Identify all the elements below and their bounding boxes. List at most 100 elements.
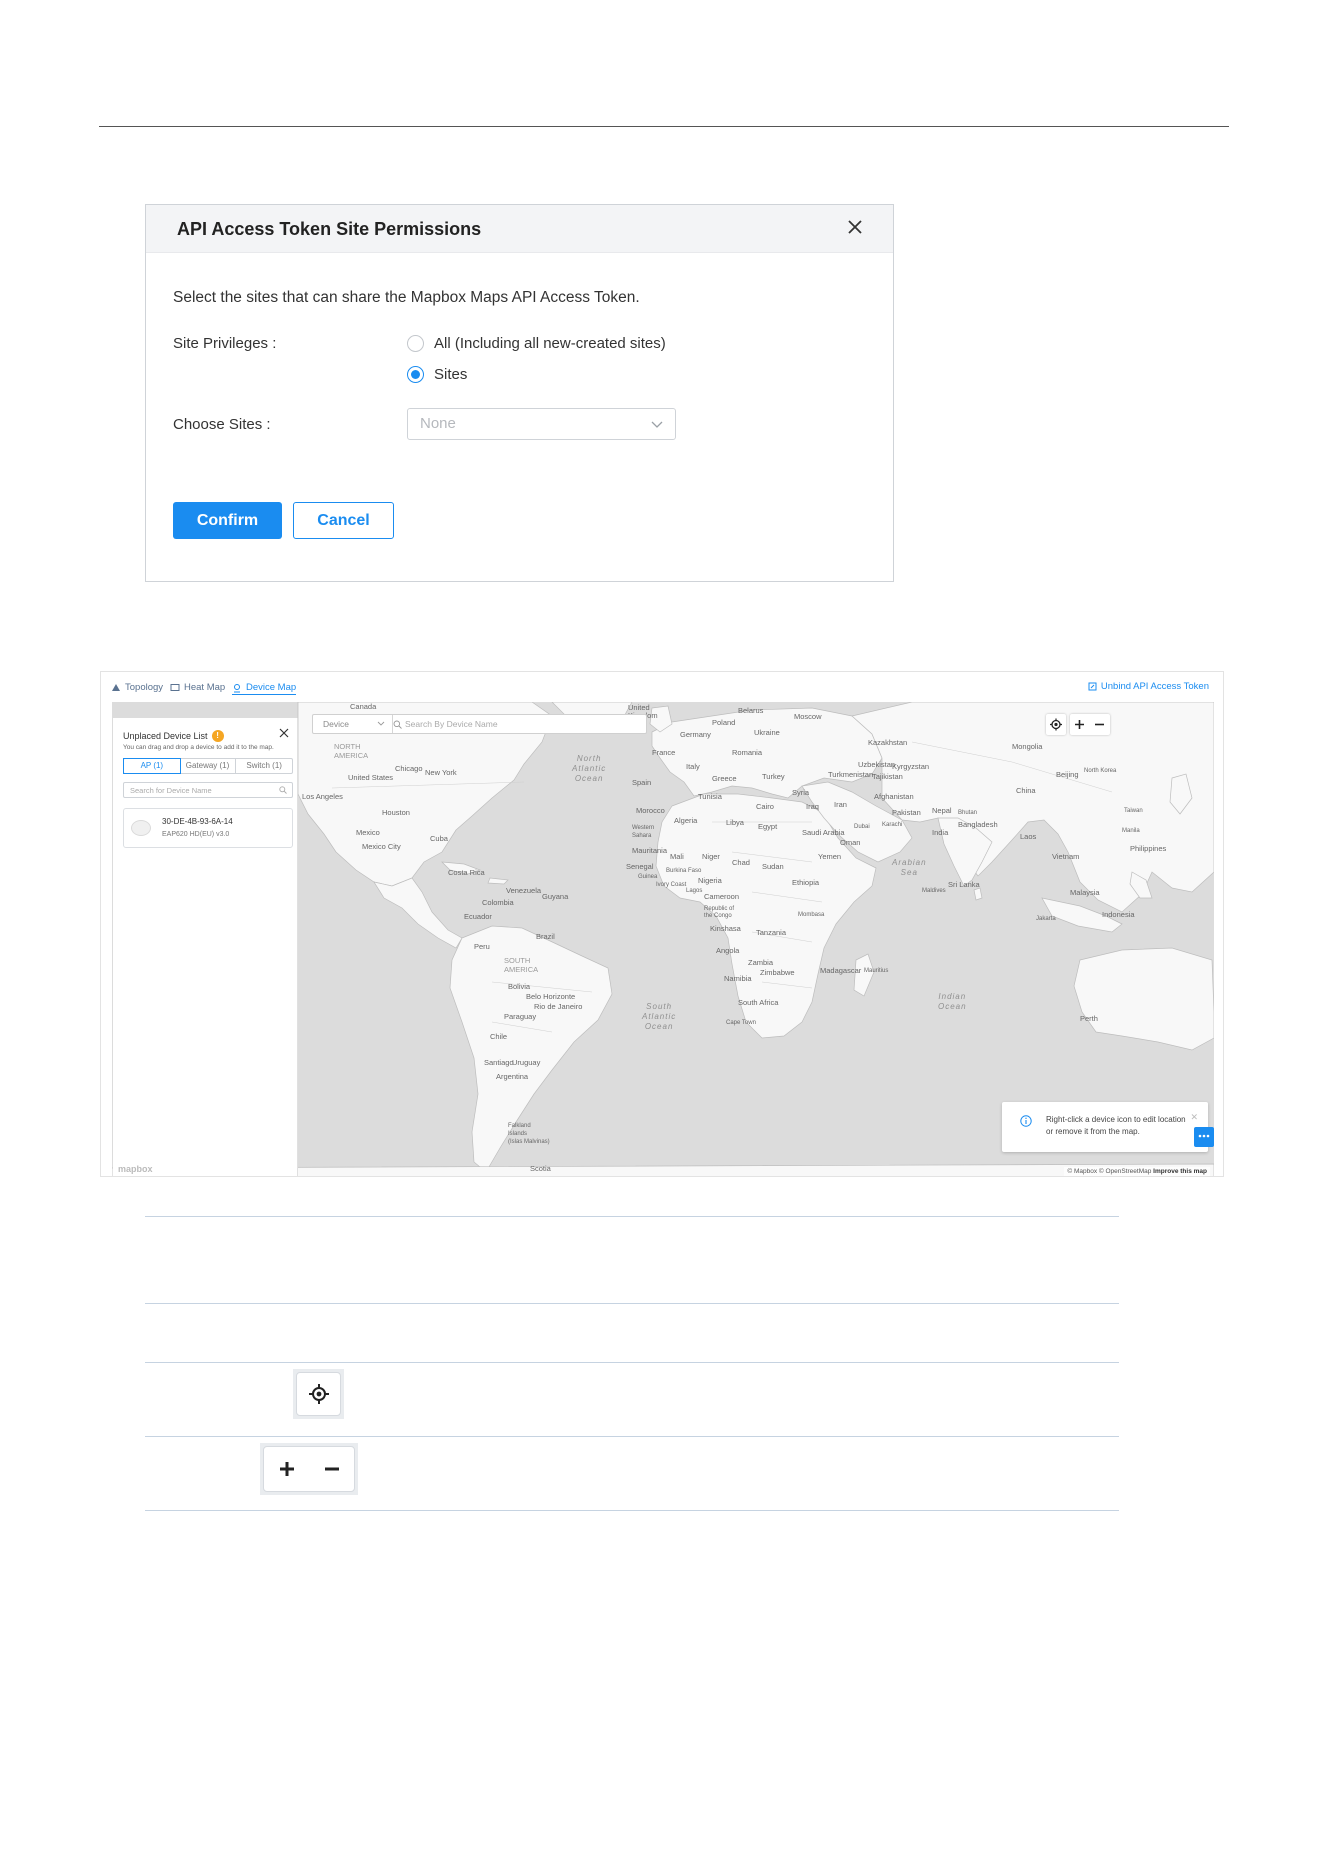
radio-sites-indicator[interactable] bbox=[407, 366, 424, 383]
table-rule bbox=[145, 1436, 1119, 1437]
map-label: Taiwan bbox=[1124, 808, 1143, 814]
device-mac: 30-DE-4B-93-6A-14 bbox=[162, 817, 233, 826]
map-label: Zambia bbox=[748, 958, 774, 967]
zoom-controls-sample-inner bbox=[263, 1446, 355, 1492]
table-rule bbox=[145, 1303, 1119, 1304]
zoom-out-icon[interactable] bbox=[1094, 719, 1105, 730]
tab-topology-label: Topology bbox=[125, 682, 164, 693]
panel-title: Unplaced Device List ! bbox=[123, 730, 224, 742]
tab-device-map-label: Device Map bbox=[246, 682, 297, 693]
map-label: Perth bbox=[1080, 1014, 1098, 1023]
map-label: Moscow bbox=[794, 712, 822, 721]
ocean-label: Arabian Sea bbox=[892, 858, 927, 877]
chevron-down-icon bbox=[377, 721, 385, 726]
tab-heat-map-label: Heat Map bbox=[184, 682, 226, 693]
tab-heat-map[interactable]: Heat Map bbox=[170, 682, 225, 693]
device-type-tabs: AP (1) Gateway (1) Switch (1) bbox=[123, 758, 293, 774]
map-label: Madagascar bbox=[820, 966, 862, 975]
map-label: Saudi Arabia bbox=[802, 828, 845, 837]
close-icon[interactable]: ✕ bbox=[1190, 1112, 1198, 1123]
site-permissions-dialog: API Access Token Site Permissions Select… bbox=[145, 204, 894, 582]
locate-button-sample-inner bbox=[296, 1372, 341, 1416]
page-top-rule bbox=[99, 126, 1229, 127]
chat-button[interactable] bbox=[1194, 1127, 1214, 1147]
map-label: Chad bbox=[732, 858, 750, 867]
locate-button[interactable] bbox=[1046, 714, 1066, 735]
zoom-in-icon[interactable] bbox=[1074, 719, 1085, 730]
map-search-input[interactable]: Search By Device Name bbox=[405, 719, 498, 729]
radio-all-indicator[interactable] bbox=[407, 335, 424, 352]
map-label: Cameroon bbox=[704, 892, 740, 901]
unbind-token-link[interactable]: Unbind API Access Token bbox=[1088, 681, 1209, 692]
map-label: Malaysia bbox=[1070, 888, 1100, 897]
locate-icon bbox=[1050, 718, 1062, 731]
map-label: Italy bbox=[686, 762, 700, 771]
map-label: Costa Rica bbox=[448, 868, 485, 877]
search-icon bbox=[279, 786, 287, 794]
map-label: Syria bbox=[792, 788, 810, 797]
close-icon[interactable] bbox=[845, 217, 865, 237]
search-type-select[interactable]: Device bbox=[313, 715, 393, 733]
warning-icon: ! bbox=[211, 730, 224, 742]
map-label: Ukraine bbox=[754, 728, 780, 737]
map-label: Philippines bbox=[1130, 844, 1167, 853]
map-label: Libya bbox=[726, 818, 744, 827]
device-map-screenshot: Topology Heat Map Device Map Unbind API … bbox=[100, 671, 1224, 1177]
improve-map-link[interactable]: Improve this map bbox=[1153, 1168, 1207, 1175]
world-map[interactable]: Canada NORTH AMERICA United States Chica… bbox=[112, 702, 1214, 1176]
close-icon[interactable] bbox=[279, 728, 289, 738]
map-label: Mexico bbox=[356, 828, 380, 837]
map-label: Pakistan bbox=[892, 808, 921, 817]
map-label: Venezuela bbox=[506, 886, 542, 895]
map-label: Tajikistan bbox=[872, 772, 903, 781]
device-name-search-input[interactable]: Search for Device Name bbox=[123, 782, 293, 798]
tooltip-text: Right-click a device icon to edit locati… bbox=[1046, 1115, 1186, 1136]
map-label: Egypt bbox=[758, 822, 778, 831]
tab-gateway[interactable]: Gateway (1) bbox=[180, 759, 237, 773]
cancel-button[interactable]: Cancel bbox=[293, 502, 394, 539]
map-view-toolbar: Topology Heat Map Device Map Unbind API … bbox=[101, 672, 1223, 702]
confirm-button[interactable]: Confirm bbox=[173, 502, 282, 539]
map-label: Sudan bbox=[762, 862, 784, 871]
locate-button-sample bbox=[293, 1369, 344, 1419]
map-label: Peru bbox=[474, 942, 490, 951]
list-item[interactable]: 30-DE-4B-93-6A-14 EAP620 HD(EU) v3.0 bbox=[123, 808, 293, 848]
map-label: Kinshasa bbox=[710, 924, 741, 933]
zoom-controls bbox=[1070, 714, 1110, 735]
map-label: Cape Town bbox=[726, 1020, 756, 1026]
map-label: Bhutan bbox=[958, 810, 978, 816]
map-label: Ivory Coast bbox=[656, 882, 687, 888]
map-label: Santiago bbox=[484, 1058, 514, 1067]
tab-switch[interactable]: Switch (1) bbox=[236, 759, 292, 773]
map-label: Cuba bbox=[430, 834, 448, 843]
map-label: Argentina bbox=[496, 1072, 529, 1081]
map-label: Guyana bbox=[542, 892, 569, 901]
map-label: Algeria bbox=[674, 816, 698, 825]
map-label: Senegal bbox=[626, 862, 654, 871]
tab-topology[interactable]: Topology bbox=[111, 682, 163, 693]
map-label: Uzbekistan bbox=[858, 760, 896, 769]
map-label: Bangladesh bbox=[958, 820, 998, 829]
map-label: Uruguay bbox=[512, 1058, 541, 1067]
map-label: Mongolia bbox=[1012, 742, 1043, 751]
device-model: EAP620 HD(EU) v3.0 bbox=[162, 831, 230, 838]
map-label: Cairo bbox=[756, 802, 774, 811]
map-label: Canada bbox=[350, 702, 377, 711]
map-label: Morocco bbox=[636, 806, 665, 815]
choose-sites-select[interactable]: None bbox=[407, 408, 676, 440]
table-rule bbox=[145, 1510, 1119, 1511]
map-label: Namibia bbox=[724, 974, 752, 983]
map-label: North Korea bbox=[1084, 768, 1117, 774]
ocean-label: South Atlantic Ocean bbox=[642, 1002, 677, 1031]
choose-sites-label: Choose Sites : bbox=[173, 416, 271, 433]
radio-sites[interactable]: Sites bbox=[407, 366, 467, 383]
map-label: Oman bbox=[840, 838, 861, 847]
radio-all-sites[interactable]: All (Including all new-created sites) bbox=[407, 335, 666, 352]
map-label: NORTH AMERICA bbox=[334, 742, 369, 760]
map-label: Vietnam bbox=[1052, 852, 1080, 861]
radio-all-label: All (Including all new-created sites) bbox=[434, 335, 666, 352]
tab-ap[interactable]: AP (1) bbox=[123, 758, 181, 774]
map-label: Nigeria bbox=[698, 876, 722, 885]
tab-device-map[interactable]: Device Map bbox=[232, 682, 297, 695]
ocean-label: North Atlantic Ocean bbox=[572, 754, 607, 783]
